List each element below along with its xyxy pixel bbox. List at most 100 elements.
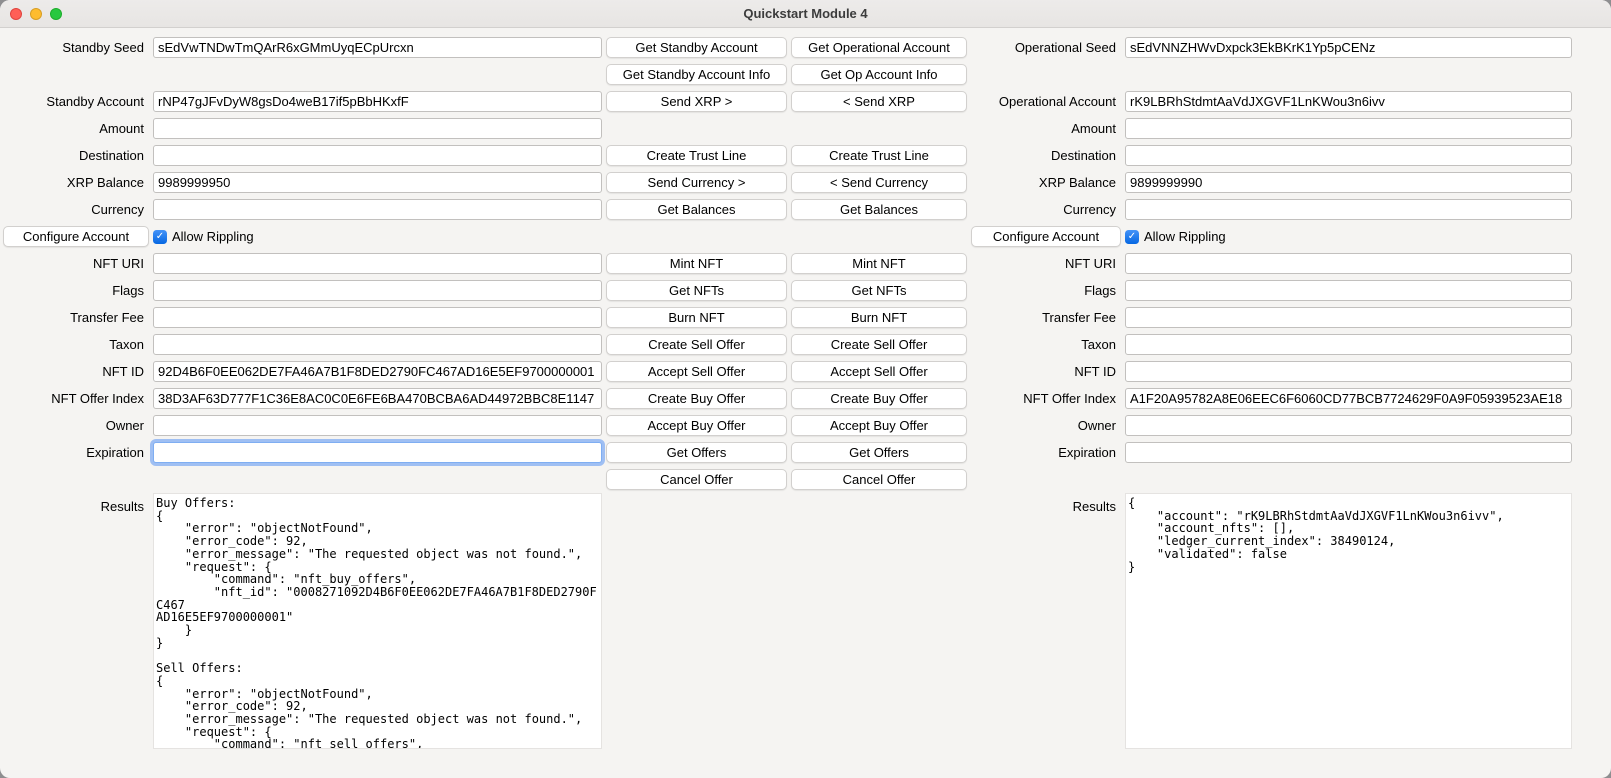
burn-nft-standby-button[interactable]: Burn NFT	[606, 307, 787, 328]
operational-nft-offer-index-label: NFT Offer Index	[971, 391, 1121, 406]
operational-taxon-label: Taxon	[971, 337, 1121, 352]
get-nfts-operational-button[interactable]: Get NFTs	[791, 280, 967, 301]
standby-seed-label: Standby Seed	[3, 40, 149, 55]
standby-allow-rippling: Allow Rippling	[153, 229, 602, 244]
mint-nft-operational-button[interactable]: Mint NFT	[791, 253, 967, 274]
standby-destination-label: Destination	[3, 148, 149, 163]
operational-xrp-balance-label: XRP Balance	[971, 175, 1121, 190]
operational-transfer-fee-input[interactable]	[1125, 307, 1572, 328]
get-standby-account-button[interactable]: Get Standby Account	[606, 37, 787, 58]
operational-xrp-balance-input[interactable]	[1125, 172, 1572, 193]
send-currency-standby-button[interactable]: Send Currency >	[606, 172, 787, 193]
operational-nft-uri-input[interactable]	[1125, 253, 1572, 274]
operational-amount-label: Amount	[971, 121, 1121, 136]
accept-sell-offer-standby-button[interactable]: Accept Sell Offer	[606, 361, 787, 382]
operational-nft-uri-label: NFT URI	[971, 256, 1121, 271]
create-buy-offer-standby-button[interactable]: Create Buy Offer	[606, 388, 787, 409]
operational-allow-rippling-checkbox[interactable]	[1125, 230, 1139, 244]
standby-amount-label: Amount	[3, 121, 149, 136]
create-trust-line-operational-button[interactable]: Create Trust Line	[791, 145, 967, 166]
standby-nft-uri-label: NFT URI	[3, 256, 149, 271]
standby-nft-offer-index-label: NFT Offer Index	[3, 391, 149, 406]
standby-account-input[interactable]	[153, 91, 602, 112]
standby-results-text[interactable]: Buy Offers: { "error": "objectNotFound",…	[153, 493, 602, 749]
operational-account-label: Operational Account	[971, 94, 1121, 109]
operational-taxon-input[interactable]	[1125, 334, 1572, 355]
standby-nft-offer-index-input[interactable]	[153, 388, 602, 409]
standby-transfer-fee-input[interactable]	[153, 307, 602, 328]
operational-expiration-input[interactable]	[1125, 442, 1572, 463]
standby-owner-label: Owner	[3, 418, 149, 433]
get-balances-standby-button[interactable]: Get Balances	[606, 199, 787, 220]
operational-results-label: Results	[971, 493, 1121, 514]
accept-buy-offer-standby-button[interactable]: Accept Buy Offer	[606, 415, 787, 436]
send-xrp-standby-button[interactable]: Send XRP >	[606, 91, 787, 112]
get-standby-account-info-button[interactable]: Get Standby Account Info	[606, 64, 787, 85]
standby-currency-input[interactable]	[153, 199, 602, 220]
get-balances-operational-button[interactable]: Get Balances	[791, 199, 967, 220]
standby-account-label: Standby Account	[3, 94, 149, 109]
zoom-button[interactable]	[50, 8, 62, 20]
mint-nft-standby-button[interactable]: Mint NFT	[606, 253, 787, 274]
get-offers-operational-button[interactable]: Get Offers	[791, 442, 967, 463]
standby-owner-input[interactable]	[153, 415, 602, 436]
standby-amount-input[interactable]	[153, 118, 602, 139]
cancel-offer-operational-button[interactable]: Cancel Offer	[791, 469, 967, 490]
operational-amount-input[interactable]	[1125, 118, 1572, 139]
standby-xrp-balance-label: XRP Balance	[3, 175, 149, 190]
cancel-offer-standby-button[interactable]: Cancel Offer	[606, 469, 787, 490]
main-content: Standby Seed Get Standby Account Get Ope…	[0, 28, 1611, 753]
operational-destination-label: Destination	[971, 148, 1121, 163]
standby-configure-account-button[interactable]: Configure Account	[3, 226, 149, 247]
operational-flags-input[interactable]	[1125, 280, 1572, 301]
operational-allow-rippling-label: Allow Rippling	[1144, 229, 1226, 244]
accept-buy-offer-operational-button[interactable]: Accept Buy Offer	[791, 415, 967, 436]
window-title: Quickstart Module 4	[0, 6, 1611, 21]
standby-taxon-input[interactable]	[153, 334, 602, 355]
operational-nft-id-input[interactable]	[1125, 361, 1572, 382]
standby-results-label: Results	[3, 493, 149, 514]
operational-allow-rippling: Allow Rippling	[1125, 229, 1572, 244]
operational-configure-account-button[interactable]: Configure Account	[971, 226, 1121, 247]
operational-transfer-fee-label: Transfer Fee	[971, 310, 1121, 325]
create-sell-offer-standby-button[interactable]: Create Sell Offer	[606, 334, 787, 355]
minimize-button[interactable]	[30, 8, 42, 20]
standby-seed-input[interactable]	[153, 37, 602, 58]
send-currency-operational-button[interactable]: < Send Currency	[791, 172, 967, 193]
get-offers-standby-button[interactable]: Get Offers	[606, 442, 787, 463]
standby-flags-label: Flags	[3, 283, 149, 298]
operational-seed-label: Operational Seed	[971, 40, 1121, 55]
operational-nft-offer-index-input[interactable]	[1125, 388, 1572, 409]
traffic-lights	[0, 8, 62, 20]
create-trust-line-standby-button[interactable]: Create Trust Line	[606, 145, 787, 166]
standby-allow-rippling-checkbox[interactable]	[153, 230, 167, 244]
standby-destination-input[interactable]	[153, 145, 602, 166]
standby-expiration-label: Expiration	[3, 445, 149, 460]
standby-flags-input[interactable]	[153, 280, 602, 301]
operational-destination-input[interactable]	[1125, 145, 1572, 166]
app-window: Quickstart Module 4 Standby Seed Get Sta…	[0, 0, 1611, 778]
operational-nft-id-label: NFT ID	[971, 364, 1121, 379]
get-nfts-standby-button[interactable]: Get NFTs	[606, 280, 787, 301]
create-buy-offer-operational-button[interactable]: Create Buy Offer	[791, 388, 967, 409]
standby-expiration-input[interactable]	[153, 442, 602, 463]
operational-account-input[interactable]	[1125, 91, 1572, 112]
send-xrp-operational-button[interactable]: < Send XRP	[791, 91, 967, 112]
accept-sell-offer-operational-button[interactable]: Accept Sell Offer	[791, 361, 967, 382]
operational-results-text[interactable]: { "account": "rK9LBRhStdmtAaVdJXGVF1LnKW…	[1125, 493, 1572, 749]
standby-nft-uri-input[interactable]	[153, 253, 602, 274]
close-button[interactable]	[10, 8, 22, 20]
create-sell-offer-operational-button[interactable]: Create Sell Offer	[791, 334, 967, 355]
operational-seed-input[interactable]	[1125, 37, 1572, 58]
get-operational-account-button[interactable]: Get Operational Account	[791, 37, 967, 58]
standby-nft-id-input[interactable]	[153, 361, 602, 382]
operational-flags-label: Flags	[971, 283, 1121, 298]
standby-xrp-balance-input[interactable]	[153, 172, 602, 193]
standby-currency-label: Currency	[3, 202, 149, 217]
operational-owner-input[interactable]	[1125, 415, 1572, 436]
get-op-account-info-button[interactable]: Get Op Account Info	[791, 64, 967, 85]
operational-currency-input[interactable]	[1125, 199, 1572, 220]
burn-nft-operational-button[interactable]: Burn NFT	[791, 307, 967, 328]
standby-taxon-label: Taxon	[3, 337, 149, 352]
operational-expiration-label: Expiration	[971, 445, 1121, 460]
